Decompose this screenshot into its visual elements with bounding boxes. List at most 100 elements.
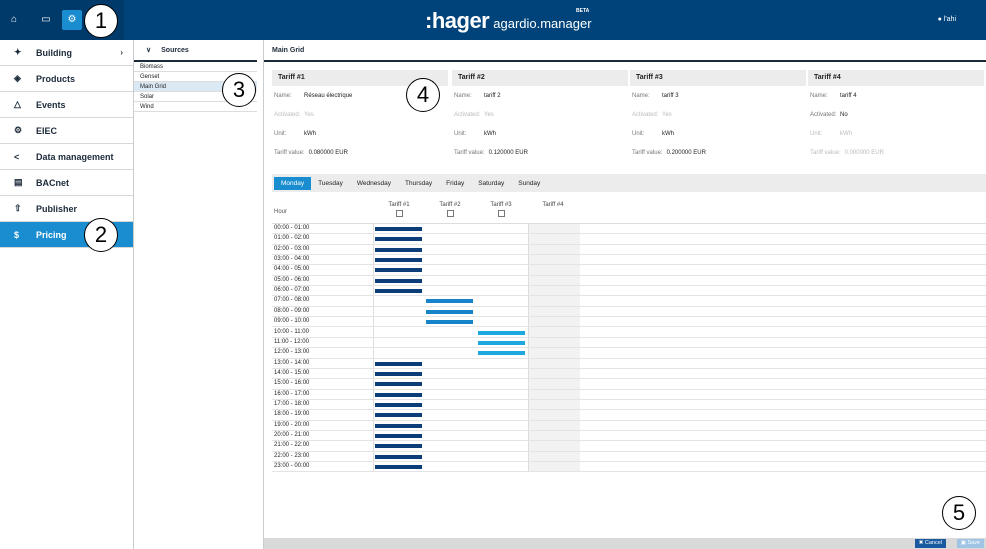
sidebar-item-label: Publisher xyxy=(36,203,78,214)
grid-row[interactable]: 11:00 - 12:00 xyxy=(272,338,986,349)
grid-row[interactable]: 07:00 - 08:00 xyxy=(272,296,986,307)
tariff-1-bar[interactable] xyxy=(375,371,422,376)
column-label: Tariff #3 xyxy=(490,202,512,208)
hour-label: 16:00 - 17:00 xyxy=(274,390,310,397)
tariff-3-bar[interactable] xyxy=(478,330,525,335)
tariff-2-bar[interactable] xyxy=(426,309,473,314)
tariff-value-row: Tariff value: 0.120000 EUR xyxy=(452,143,628,162)
tariff-1-bar[interactable] xyxy=(375,402,422,407)
tariff-1-bar[interactable] xyxy=(375,413,422,418)
tab-friday[interactable]: Friday xyxy=(439,177,471,190)
grid-row[interactable]: 05:00 - 06:00 xyxy=(272,276,986,287)
app-logo: :hager agardio.manager xyxy=(425,8,592,34)
sidebar-item-events[interactable]: △ Events xyxy=(0,92,133,118)
tab-thursday[interactable]: Thursday xyxy=(398,177,439,190)
grid-column-tariff-4: Tariff #4 xyxy=(528,202,578,208)
tab-sunday[interactable]: Sunday xyxy=(511,177,547,190)
grid-row[interactable]: 22:00 - 23:00 xyxy=(272,452,986,463)
tariff-2-bar[interactable] xyxy=(426,320,473,325)
grid-row[interactable]: 02:00 - 03:00 xyxy=(272,245,986,256)
grid-row[interactable]: 13:00 - 14:00 xyxy=(272,359,986,369)
home-icon[interactable]: ⌂ xyxy=(4,10,24,30)
sidebar-item-eiec[interactable]: ⚙ EIEC xyxy=(0,118,133,144)
sidebar-item-building[interactable]: ✦ Building › xyxy=(0,40,133,66)
gears-icon[interactable]: ⚙ xyxy=(62,10,82,30)
tariff-name-row: Name: tariff 4 xyxy=(808,86,984,105)
hour-label: 05:00 - 06:00 xyxy=(274,276,310,283)
tariff-1-checkbox[interactable] xyxy=(395,210,403,217)
tariff-value-row: Tariff value: 0.080000 EUR xyxy=(272,143,448,162)
sidebar-item-label: Products xyxy=(36,73,76,84)
grid-row[interactable]: 04:00 - 05:00 xyxy=(272,265,986,276)
tariff-activated-row: Activated: No xyxy=(808,105,984,124)
tariff-activated-value: Yes xyxy=(304,111,314,118)
grid-row[interactable]: 14:00 - 15:00 xyxy=(272,369,986,380)
sources-header[interactable]: ∨ Sources xyxy=(134,40,257,62)
tab-monday[interactable]: Monday xyxy=(274,176,312,190)
tariff-1-bar[interactable] xyxy=(375,434,422,438)
tariff-unit-row: Unit: kWh xyxy=(272,124,448,143)
activated-label: Activated: xyxy=(810,111,837,118)
grid-body: 00:00 - 01:00 01:00 - 02:00 02:00 - 03:00 0… xyxy=(272,224,986,473)
tariff-1-bar[interactable] xyxy=(375,258,422,263)
grid-row[interactable]: 08:00 - 09:00 xyxy=(272,307,986,318)
grid-row[interactable]: 03:00 - 04:00 xyxy=(272,255,986,266)
tariff-1-bar[interactable] xyxy=(375,392,422,397)
save-button[interactable]: ▣ Save xyxy=(956,539,984,548)
tariff-1-bar[interactable] xyxy=(375,268,422,273)
tariff-1-bar[interactable] xyxy=(375,278,422,283)
monitor-icon[interactable]: ▭ xyxy=(36,10,56,30)
tariff-1-bar[interactable] xyxy=(375,465,422,470)
grid-row[interactable]: 19:00 - 20:00 xyxy=(272,421,986,431)
tariff-1-bar[interactable] xyxy=(375,382,422,387)
user-icon: ● xyxy=(937,16,942,23)
sidebar-item-bacnet[interactable]: ▤ BACnet xyxy=(0,170,133,196)
sidebar-item-publisher[interactable]: ⇧ Publisher xyxy=(0,196,133,222)
tariff-1-bar[interactable] xyxy=(375,237,422,242)
tariff-2-bar[interactable] xyxy=(426,299,473,304)
tariff-1-bar[interactable] xyxy=(375,227,422,231)
source-item-biomass[interactable]: Biomass xyxy=(134,62,257,72)
grid-row[interactable]: 21:00 - 22:00 xyxy=(272,441,986,452)
wrench-icon: ✦ xyxy=(14,47,22,57)
callout-3: 3 xyxy=(222,73,256,107)
grid-row[interactable]: 06:00 - 07:00 xyxy=(272,286,986,297)
grid-row[interactable]: 09:00 - 10:00 xyxy=(272,317,986,328)
sidebar-item-products[interactable]: ◈ Products xyxy=(0,66,133,92)
tariff-1-bar[interactable] xyxy=(375,247,422,252)
tariff-1-bar[interactable] xyxy=(375,444,422,449)
hour-label: 09:00 - 10:00 xyxy=(274,318,310,325)
tariff-3-checkbox[interactable] xyxy=(497,210,505,217)
tariff-1-bar[interactable] xyxy=(375,361,422,366)
grid-row[interactable]: 17:00 - 18:00 xyxy=(272,400,986,411)
name-label: Name: xyxy=(454,92,472,99)
user-menu[interactable]: ● l'ahi xyxy=(938,16,956,23)
tariff-grid: Hour Tariff #1 Tariff #2 Tariff #3 Tarif… xyxy=(272,198,986,473)
hour-label: 08:00 - 09:00 xyxy=(274,307,310,314)
grid-row[interactable]: 10:00 - 11:00 xyxy=(272,328,986,338)
tab-tuesday[interactable]: Tuesday xyxy=(311,177,350,190)
logo-brand: :hager xyxy=(425,8,490,33)
grid-row[interactable]: 15:00 - 16:00 xyxy=(272,379,986,390)
tab-saturday[interactable]: Saturday xyxy=(471,177,511,190)
name-label: Name: xyxy=(810,92,828,99)
grid-row[interactable]: 18:00 - 19:00 xyxy=(272,410,986,421)
tariff-1-bar[interactable] xyxy=(375,289,422,294)
hour-label: 18:00 - 19:00 xyxy=(274,411,310,418)
tab-wednesday[interactable]: Wednesday xyxy=(350,177,398,190)
cancel-button[interactable]: ✖ Cancel xyxy=(914,539,946,548)
tariff-3-bar[interactable] xyxy=(478,340,525,345)
grid-row[interactable]: 00:00 - 01:00 xyxy=(272,224,986,235)
tariff-value-label: Tariff value: xyxy=(454,149,485,156)
tariff-1-bar[interactable] xyxy=(375,454,422,459)
sidebar-item-data-management[interactable]: < Data management xyxy=(0,144,133,170)
tariff-name-value: tariff 4 xyxy=(840,92,857,99)
grid-row[interactable]: 16:00 - 17:00 xyxy=(272,390,986,400)
grid-row[interactable]: 01:00 - 02:00 xyxy=(272,234,986,245)
grid-row[interactable]: 23:00 - 00:00 xyxy=(272,462,986,473)
grid-row[interactable]: 12:00 - 13:00 xyxy=(272,348,986,359)
tariff-3-bar[interactable] xyxy=(478,351,525,356)
grid-row[interactable]: 20:00 - 21:00 xyxy=(272,431,986,442)
tariff-1-bar[interactable] xyxy=(375,423,422,428)
tariff-2-checkbox[interactable] xyxy=(446,210,454,217)
